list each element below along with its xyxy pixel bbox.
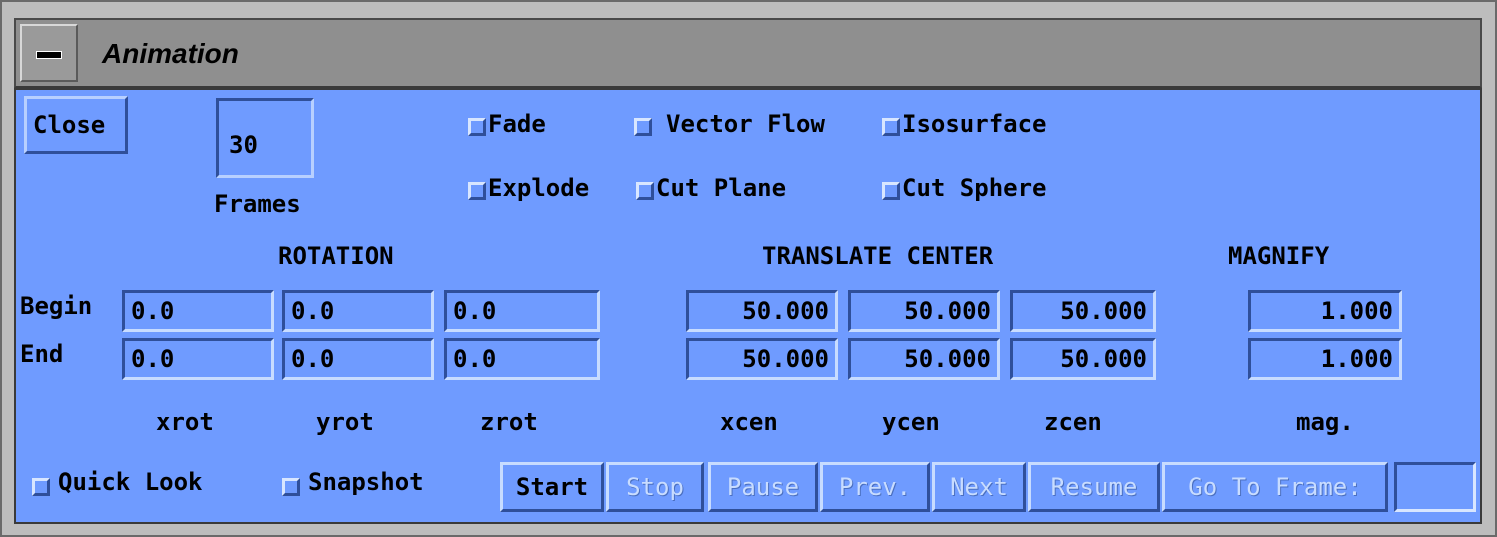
zrot-label: zrot bbox=[480, 408, 538, 436]
close-button-label: Close bbox=[33, 111, 106, 139]
resume-button[interactable]: Resume bbox=[1028, 462, 1160, 512]
cut-sphere-checkbox[interactable] bbox=[882, 182, 900, 200]
ycen-label: ycen bbox=[882, 408, 940, 436]
snapshot-label: Snapshot bbox=[308, 468, 424, 496]
mag-end-field[interactable]: 1.000 bbox=[1248, 338, 1402, 380]
window-menu-icon bbox=[36, 51, 62, 59]
zrot-end-field[interactable]: 0.0 bbox=[444, 338, 600, 380]
cut-plane-checkbox[interactable] bbox=[636, 182, 654, 200]
xcen-label: xcen bbox=[720, 408, 778, 436]
quick-look-label: Quick Look bbox=[58, 468, 203, 496]
cut-plane-label: Cut Plane bbox=[656, 174, 787, 202]
frames-input[interactable]: 30 bbox=[216, 98, 314, 178]
zrot-begin-field[interactable]: 0.0 bbox=[444, 290, 600, 332]
rotation-header: ROTATION bbox=[278, 242, 394, 270]
zcen-label: zcen bbox=[1044, 408, 1102, 436]
translate-center-header: TRANSLATE CENTER bbox=[762, 242, 994, 270]
title-bar[interactable]: Animation bbox=[14, 18, 1482, 88]
prev-button[interactable]: Prev. bbox=[820, 462, 930, 512]
xrot-label: xrot bbox=[156, 408, 214, 436]
zcen-end-field[interactable]: 50.000 bbox=[1010, 338, 1156, 380]
animation-panel: Close 30 Frames Fade Vector Flow Isosurf… bbox=[14, 88, 1482, 524]
ycen-end-field[interactable]: 50.000 bbox=[848, 338, 1000, 380]
mag-begin-field[interactable]: 1.000 bbox=[1248, 290, 1402, 332]
cut-sphere-label: Cut Sphere bbox=[902, 174, 1047, 202]
magnify-header: MAGNIFY bbox=[1228, 242, 1330, 270]
go-to-frame-input[interactable] bbox=[1394, 462, 1476, 512]
xcen-end-field[interactable]: 50.000 bbox=[686, 338, 838, 380]
mag-label: mag. bbox=[1296, 408, 1354, 436]
go-to-frame-button[interactable]: Go To Frame: bbox=[1162, 462, 1388, 512]
quick-look-checkbox[interactable] bbox=[32, 478, 50, 496]
begin-row-label: Begin bbox=[20, 292, 93, 320]
yrot-begin-field[interactable]: 0.0 bbox=[282, 290, 434, 332]
frames-label: Frames bbox=[214, 190, 301, 218]
zcen-begin-field[interactable]: 50.000 bbox=[1010, 290, 1156, 332]
window-title: Animation bbox=[102, 38, 239, 69]
frames-input-value: 30 bbox=[229, 131, 258, 159]
vector-flow-label: Vector Flow bbox=[666, 110, 825, 138]
explode-checkbox[interactable] bbox=[468, 182, 486, 200]
fade-label: Fade bbox=[488, 110, 546, 138]
animation-window: Animation Close 30 Frames Fade Vector Fl… bbox=[0, 0, 1497, 537]
ycen-begin-field[interactable]: 50.000 bbox=[848, 290, 1000, 332]
close-button[interactable]: Close bbox=[24, 96, 128, 154]
window-menu-button[interactable] bbox=[20, 24, 78, 82]
start-button[interactable]: Start bbox=[500, 462, 604, 512]
pause-button[interactable]: Pause bbox=[708, 462, 818, 512]
yrot-end-field[interactable]: 0.0 bbox=[282, 338, 434, 380]
isosurface-label: Isosurface bbox=[902, 110, 1047, 138]
explode-label: Explode bbox=[488, 174, 590, 202]
xcen-begin-field[interactable]: 50.000 bbox=[686, 290, 838, 332]
xrot-begin-field[interactable]: 0.0 bbox=[122, 290, 274, 332]
next-button[interactable]: Next bbox=[932, 462, 1026, 512]
xrot-end-field[interactable]: 0.0 bbox=[122, 338, 274, 380]
fade-checkbox[interactable] bbox=[468, 118, 486, 136]
end-row-label: End bbox=[20, 340, 64, 368]
yrot-label: yrot bbox=[316, 408, 374, 436]
isosurface-checkbox[interactable] bbox=[882, 118, 900, 136]
stop-button[interactable]: Stop bbox=[606, 462, 704, 512]
snapshot-checkbox[interactable] bbox=[282, 478, 300, 496]
vector-flow-checkbox[interactable] bbox=[634, 118, 652, 136]
